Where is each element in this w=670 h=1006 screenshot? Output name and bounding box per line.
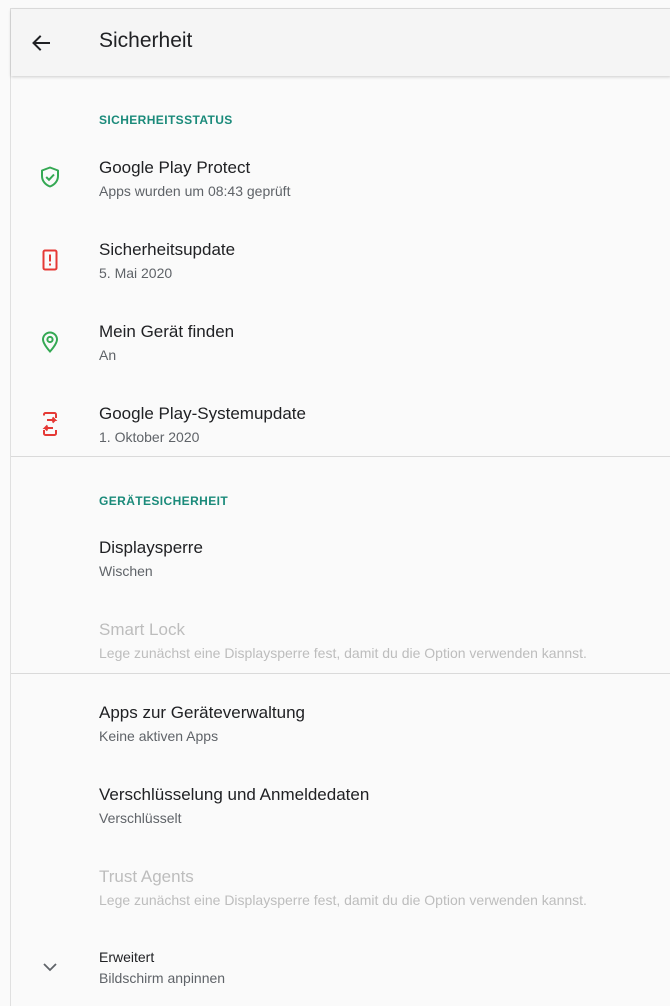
- location-pin-icon: [37, 329, 63, 355]
- item-title: Sicherheitsupdate: [99, 240, 236, 259]
- item-title: Google Play Protect: [99, 158, 251, 177]
- item-title: Mein Gerät finden: [99, 322, 235, 341]
- item-summary: An: [99, 347, 117, 363]
- item-title: Smart Lock: [99, 620, 185, 639]
- section-divider: [11, 673, 670, 674]
- item-summary: Wischen: [99, 563, 153, 579]
- settings-item-screen-lock[interactable]: Displaysperre Wischen: [11, 516, 670, 598]
- item-summary: 5. Mai 2020: [99, 265, 173, 281]
- settings-screen: Sicherheit SICHERHEITSSTATUS Google Play…: [10, 8, 670, 1006]
- back-button[interactable]: [25, 27, 57, 59]
- phone-update-icon: [37, 411, 63, 437]
- item-title: Apps zur Geräteverwaltung: [99, 703, 305, 722]
- section-header-device-security: GERÄTESICHERHEIT: [99, 494, 229, 508]
- section-divider: [11, 456, 670, 457]
- item-summary: Apps wurden um 08:43 geprüft: [99, 183, 291, 199]
- item-title: Google Play-Systemupdate: [99, 404, 306, 423]
- settings-item-play-protect[interactable]: Google Play Protect Apps wurden um 08:43…: [11, 136, 670, 218]
- chevron-down-icon: [37, 954, 63, 980]
- item-summary: Bildschirm anpinnen: [99, 970, 226, 986]
- item-summary: 1. Oktober 2020: [99, 429, 200, 445]
- item-summary: Keine aktiven Apps: [99, 728, 219, 744]
- phone-alert-icon: [37, 247, 63, 273]
- page-title: Sicherheit: [99, 29, 193, 52]
- settings-item-play-system-update[interactable]: Google Play-Systemupdate 1. Oktober 2020: [11, 382, 670, 464]
- settings-item-find-device[interactable]: Mein Gerät finden An: [11, 300, 670, 382]
- section-header-security-status: SICHERHEITSSTATUS: [99, 113, 233, 127]
- item-summary: Verschlüsselt: [99, 810, 182, 826]
- settings-item-smart-lock: Smart Lock Lege zunächst eine Displayspe…: [11, 598, 670, 680]
- item-summary: Lege zunächst eine Displaysperre fest, d…: [99, 645, 587, 661]
- app-bar: Sicherheit: [11, 9, 670, 76]
- item-title: Verschlüsselung und Anmeldedaten: [99, 785, 370, 804]
- settings-item-trust-agents: Trust Agents Lege zunächst eine Displays…: [11, 845, 670, 927]
- arrow-back-icon: [32, 35, 50, 51]
- shield-check-icon: [37, 164, 63, 190]
- settings-item-device-admin-apps[interactable]: Apps zur Geräteverwaltung Keine aktiven …: [11, 681, 670, 763]
- item-summary: Lege zunächst eine Displaysperre fest, d…: [99, 892, 587, 908]
- settings-item-encryption[interactable]: Verschlüsselung und Anmeldedaten Verschl…: [11, 763, 670, 845]
- settings-item-advanced[interactable]: Erweitert Bildschirm anpinnen: [11, 927, 670, 1006]
- item-title: Erweitert: [99, 949, 155, 965]
- settings-item-security-update[interactable]: Sicherheitsupdate 5. Mai 2020: [11, 218, 670, 300]
- item-title: Displaysperre: [99, 538, 203, 557]
- item-title: Trust Agents: [99, 867, 194, 886]
